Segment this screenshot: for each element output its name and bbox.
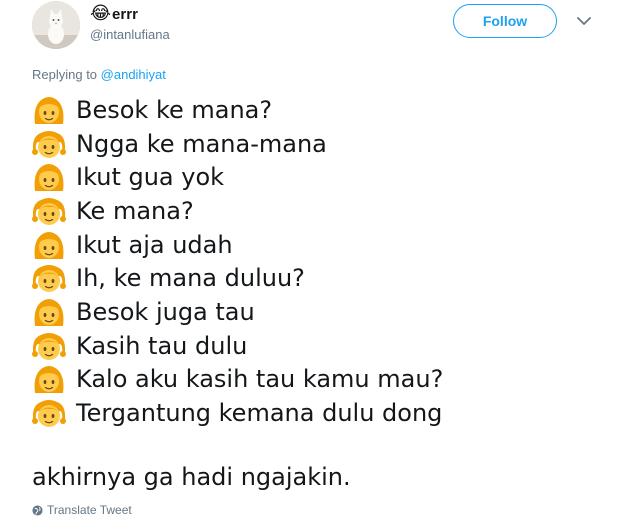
dialogue-line: Ikut gua yok — [32, 160, 443, 194]
display-name[interactable]: 😂 errr — [90, 4, 138, 24]
replying-to: Replying to @andihiyat — [32, 67, 166, 82]
woman-emoji-icon — [34, 164, 64, 192]
dialogue-line-text: Kasih tau dulu — [76, 331, 248, 360]
dialogue-line-text: Ngga ke mana-mana — [76, 129, 327, 158]
tweet-text: Besok ke mana? Ngga ke mana-mana Ikut gua … — [32, 93, 443, 430]
woman-emoji-icon — [34, 366, 64, 394]
tweet-closing-text: akhirnya ga hadi ngajakin. — [32, 463, 351, 491]
cat-photo-icon — [32, 1, 80, 49]
girl-emoji-icon — [32, 265, 66, 293]
dialogue-line-text: Ih, ke mana duluu? — [76, 264, 305, 293]
dialogue-line-text: Tergantung kemana dulu dong — [76, 399, 443, 428]
girl-emoji-icon — [32, 130, 66, 158]
dialogue-line: Ikut aja udah — [32, 228, 443, 262]
girl-emoji-icon — [32, 400, 66, 428]
woman-emoji-icon — [34, 96, 64, 124]
replying-to-link[interactable]: @andihiyat — [101, 67, 166, 82]
girl-emoji-icon — [32, 332, 66, 360]
dialogue-line-text: Ke mana? — [76, 196, 194, 225]
woman-emoji-icon — [34, 298, 64, 326]
chevron-down-icon[interactable] — [575, 12, 593, 30]
dialogue-line: Tergantung kemana dulu dong — [32, 396, 443, 430]
woman-emoji-icon — [34, 231, 64, 259]
dialogue-line-text: Kalo aku kasih tau kamu mau? — [76, 365, 444, 394]
dialogue-line: Besok juga tau — [32, 295, 443, 329]
dialogue-line: Kalo aku kasih tau kamu mau? — [32, 363, 443, 397]
follow-button[interactable]: Follow — [453, 4, 557, 38]
display-name-text: errr — [112, 5, 138, 23]
dialogue-line-text: Ikut aja udah — [76, 230, 233, 259]
dialogue-line: Ngga ke mana-mana — [32, 127, 443, 161]
dialogue-line-text: Besok ke mana? — [76, 95, 273, 124]
girl-emoji-icon — [32, 197, 66, 225]
dialogue-line: Ke mana? — [32, 194, 443, 228]
user-handle[interactable]: @intanlufiana — [90, 27, 170, 42]
replying-to-prefix: Replying to — [32, 67, 101, 82]
dialogue-line-text: Ikut gua yok — [76, 163, 225, 192]
avatar[interactable] — [32, 1, 80, 49]
dialogue-line-text: Besok juga tau — [76, 297, 255, 326]
dialogue-line: Kasih tau dulu — [32, 329, 443, 363]
dialogue-line: Besok ke mana? — [32, 93, 443, 127]
laughing-face-icon: 😂 — [90, 3, 112, 24]
translate-tweet-link[interactable]: Translate Tweet — [32, 503, 132, 517]
dialogue-line: Ih, ke mana duluu? — [32, 261, 443, 295]
globe-icon — [32, 504, 43, 516]
translate-tweet-label: Translate Tweet — [47, 503, 132, 517]
tweet: 😂 errr @intanlufiana Follow Replying to … — [0, 0, 629, 527]
